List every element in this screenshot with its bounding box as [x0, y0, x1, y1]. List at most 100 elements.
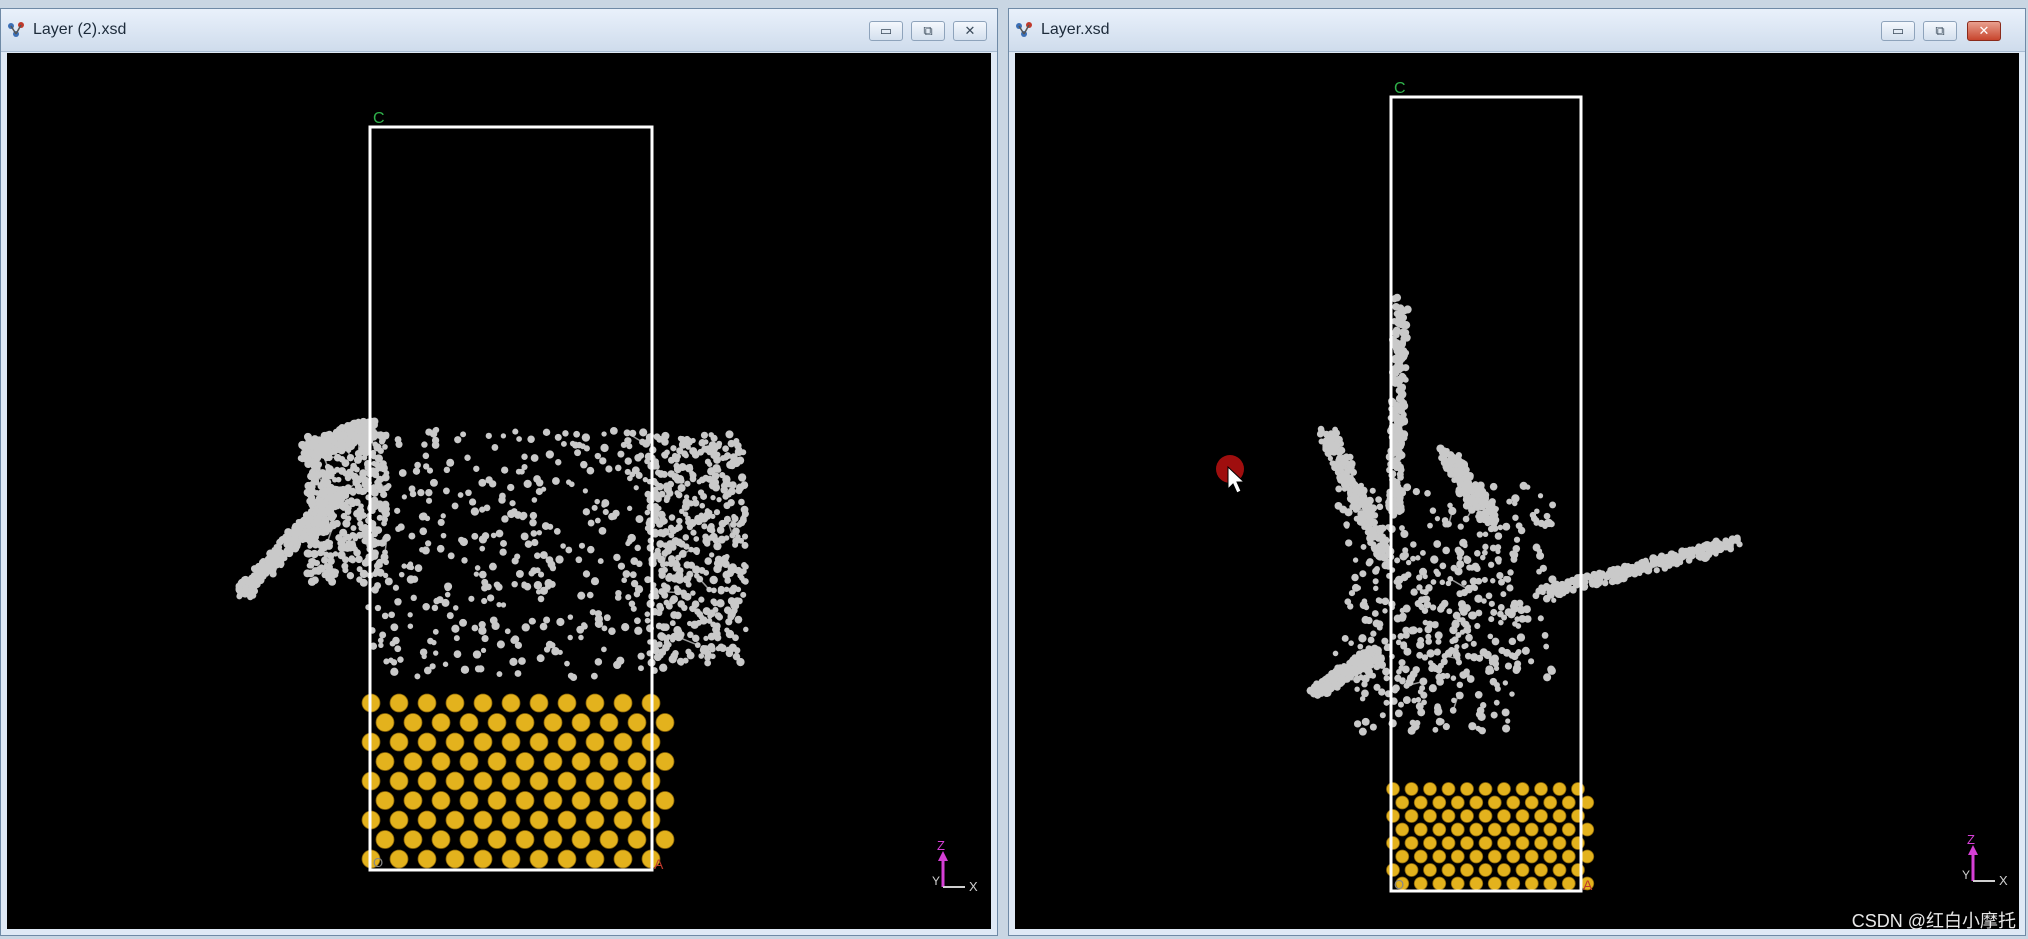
gold-atom — [543, 752, 563, 771]
close-button[interactable]: ✕ — [1967, 21, 2001, 41]
atom — [634, 626, 643, 635]
atom — [714, 442, 722, 450]
atom — [1341, 634, 1349, 642]
atom — [567, 634, 573, 641]
atom — [669, 544, 677, 551]
atom — [1398, 659, 1406, 667]
atom — [1517, 526, 1526, 535]
atom — [602, 508, 609, 516]
atom — [495, 529, 504, 538]
window-left[interactable]: Layer (2).xsd ▭ ⧉ ✕ C A O Z Y X — [0, 8, 998, 936]
atom — [1375, 496, 1382, 503]
atom — [1491, 637, 1500, 646]
atom — [1613, 576, 1622, 585]
atom — [672, 559, 680, 567]
atom — [377, 562, 383, 568]
atom — [716, 599, 725, 608]
window-right[interactable]: Layer.xsd ▭ ⧉ ✕ C A O Z Y X — [1008, 8, 2026, 936]
atom — [1481, 598, 1487, 604]
atom — [269, 570, 277, 578]
atom — [1383, 675, 1390, 682]
atom — [673, 475, 683, 484]
atom — [453, 650, 462, 658]
title-bar[interactable]: Layer.xsd ▭ ⧉ ✕ — [1009, 9, 2025, 52]
gold-atom — [529, 693, 549, 713]
atom — [481, 597, 488, 605]
atom — [709, 552, 715, 558]
atom — [529, 518, 537, 527]
atom — [1445, 580, 1452, 587]
atom — [569, 440, 576, 447]
restore-button[interactable]: ⧉ — [1923, 21, 1957, 41]
atom — [1405, 678, 1414, 687]
atom — [1322, 681, 1331, 690]
atom — [1402, 551, 1409, 559]
c-axis-label: C — [373, 110, 385, 127]
minimize-button[interactable]: ▭ — [1881, 21, 1915, 41]
atom — [703, 635, 709, 641]
atom — [376, 475, 384, 484]
atom — [547, 523, 554, 530]
atom — [1360, 512, 1369, 521]
atom — [479, 506, 486, 513]
atom — [661, 549, 669, 557]
atom — [313, 515, 322, 525]
atom — [485, 432, 492, 439]
3d-viewer-canvas[interactable]: C A O Z Y X — [1015, 53, 2019, 929]
atom — [512, 428, 519, 435]
gold-atom — [655, 791, 675, 810]
atom — [1383, 699, 1390, 706]
atom — [346, 572, 355, 580]
atom — [644, 458, 650, 465]
atom — [709, 575, 718, 585]
atom — [1356, 518, 1364, 526]
atom — [419, 547, 425, 553]
atom — [446, 458, 455, 467]
atom — [1479, 648, 1488, 657]
atom — [740, 481, 749, 489]
atom — [725, 646, 732, 653]
gold-atom — [445, 849, 465, 869]
atom — [624, 468, 631, 475]
atom — [372, 441, 379, 448]
atom — [729, 521, 737, 528]
3d-viewer-canvas[interactable]: C A O Z Y X — [7, 53, 991, 929]
atom — [1470, 653, 1479, 662]
atom — [1310, 683, 1319, 691]
atom — [586, 466, 595, 475]
atom — [1425, 638, 1432, 645]
atom — [335, 476, 342, 483]
atom — [555, 459, 562, 466]
atom — [594, 517, 601, 524]
atom — [481, 634, 489, 643]
restore-button[interactable]: ⧉ — [911, 21, 945, 41]
atom — [1358, 727, 1367, 736]
atom — [350, 525, 357, 532]
atom — [1366, 529, 1375, 538]
atom — [1407, 726, 1416, 735]
atom — [1488, 561, 1495, 568]
atom — [666, 489, 674, 497]
atom — [1324, 673, 1333, 682]
atom — [1367, 636, 1375, 644]
atom — [676, 657, 685, 666]
atom — [384, 577, 393, 586]
title-bar[interactable]: Layer (2).xsd ▭ ⧉ ✕ — [1, 9, 997, 52]
atom — [614, 594, 622, 601]
atom — [1420, 691, 1428, 699]
a-axis-label: A — [654, 856, 664, 872]
gold-atom — [1395, 795, 1410, 810]
atom — [662, 623, 670, 632]
atom — [1519, 481, 1528, 490]
minimize-button[interactable]: ▭ — [869, 21, 903, 41]
gold-atom — [403, 713, 423, 732]
atom — [1502, 724, 1511, 733]
atom — [1410, 555, 1416, 562]
atom — [1642, 562, 1649, 569]
close-button[interactable]: ✕ — [953, 21, 987, 41]
atom — [1487, 633, 1494, 640]
atom — [710, 587, 717, 594]
atom — [582, 488, 588, 494]
atom — [398, 571, 405, 578]
atom — [521, 623, 530, 632]
